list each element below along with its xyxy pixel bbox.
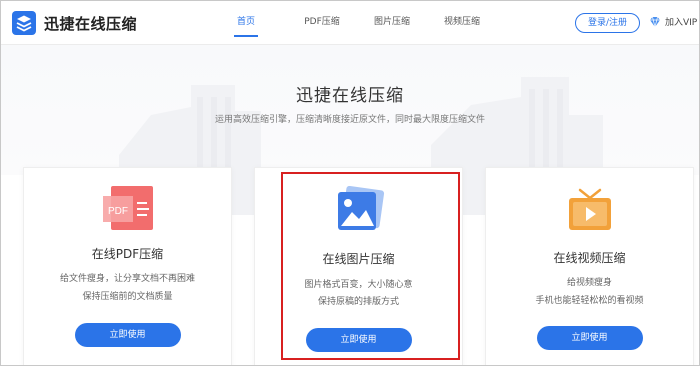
- card-desc-line-1: 给视频瘦身: [566, 278, 612, 288]
- nav-pdf-compress[interactable]: PDF压缩: [287, 1, 357, 45]
- pdf-icon: PDF: [102, 186, 153, 230]
- card-desc-line-2: 手机也能轻轻松松的看视频: [535, 296, 644, 306]
- logo[interactable]: 迅捷在线压缩: [12, 11, 137, 35]
- use-now-button[interactable]: 立即使用: [305, 328, 412, 352]
- app-frame: 迅捷在线压缩 首页 PDF压缩 图片压缩 视频压缩 登录/注册 加入VIP 迅捷…: [0, 0, 700, 366]
- hero-title: 迅捷在线压缩: [296, 86, 404, 106]
- use-now-button[interactable]: 立即使用: [74, 323, 181, 347]
- top-header: 迅捷在线压缩 首页 PDF压缩 图片压缩 视频压缩 登录/注册 加入VIP: [1, 1, 699, 45]
- nav-image-compress[interactable]: 图片压缩: [357, 1, 427, 45]
- main-nav: 首页 PDF压缩 图片压缩 视频压缩: [227, 1, 497, 45]
- card-desc-line-2: 保持原稿的排版方式: [317, 297, 399, 307]
- pdf-icon-text: PDF: [108, 206, 128, 217]
- vip-label: 加入VIP: [665, 18, 698, 28]
- diamond-icon: [650, 16, 660, 27]
- use-now-button[interactable]: 立即使用: [536, 326, 643, 350]
- nav-video-compress[interactable]: 视频压缩: [427, 1, 497, 45]
- join-vip-link[interactable]: 加入VIP: [649, 15, 697, 28]
- card-title: 在线PDF压缩: [91, 247, 164, 261]
- image-icon: [337, 186, 384, 230]
- nav-home[interactable]: 首页: [227, 1, 265, 45]
- card-title: 在线图片压缩: [322, 252, 395, 266]
- card-desc-line-2: 保持压缩前的文档质量: [82, 292, 173, 302]
- logo-text: 迅捷在线压缩: [44, 14, 138, 33]
- card-desc-line-1: 给文件瘦身，让分享文档不再困难: [59, 274, 195, 284]
- video-compress-card[interactable]: 在线视频压缩 给视频瘦身 手机也能轻轻松松的看视频 立即使用: [485, 167, 694, 365]
- image-compress-card[interactable]: 在线图片压缩 图片格式百变，大小随心意 保持原稿的排版方式 立即使用: [254, 167, 463, 365]
- video-tv-icon: [568, 188, 611, 230]
- card-title: 在线视频压缩: [553, 251, 626, 265]
- pdf-compress-card[interactable]: PDF 在线PDF压缩 给文件瘦身，让分享文档不再困难 保持压缩前的文档质量 立…: [23, 167, 232, 365]
- login-register-button[interactable]: 登录/注册: [575, 13, 640, 33]
- card-desc-line-1: 图片格式百变，大小随心意: [304, 280, 413, 290]
- logo-icon: [12, 11, 36, 35]
- hero-subtitle: 运用高效压缩引擎，压缩清晰度接近原文件，同时最大限度压缩文件: [214, 115, 485, 125]
